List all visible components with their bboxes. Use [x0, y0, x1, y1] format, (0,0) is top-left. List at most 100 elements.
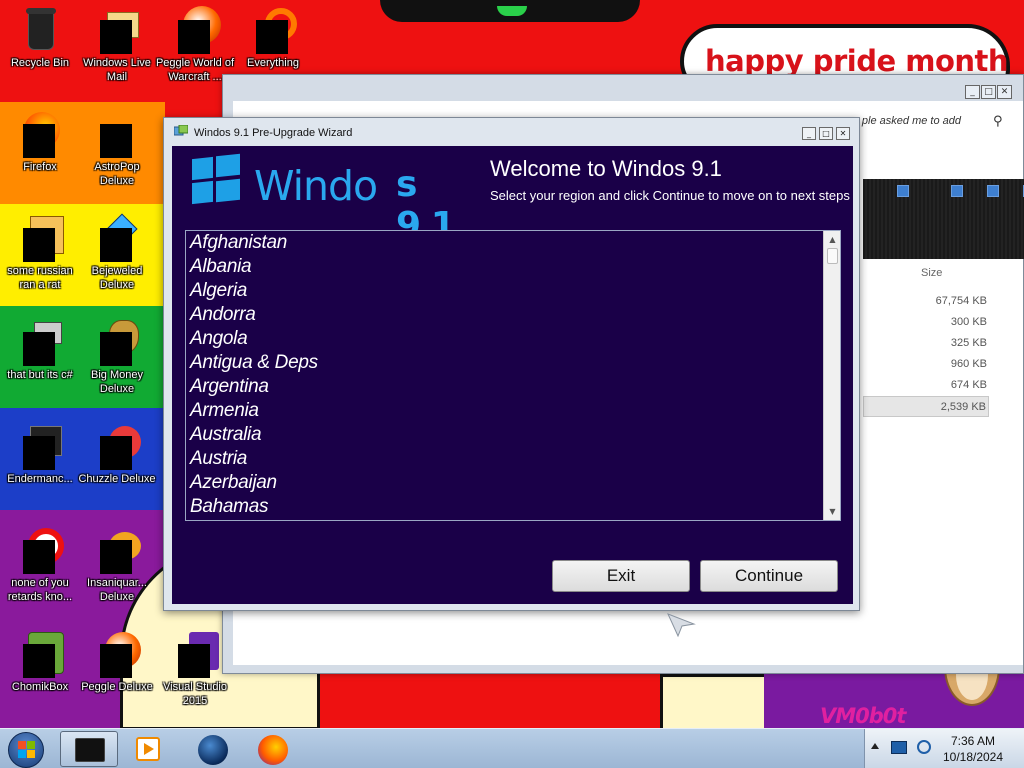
region-item[interactable]: Argentina [186, 375, 822, 399]
size-cell[interactable]: 325 KB [863, 333, 989, 354]
graffiti-text: VM0b0t [820, 704, 906, 728]
document-icon [16, 214, 64, 262]
wizard-title-text: Windos 9.1 Pre-Upgrade Wizard [194, 127, 353, 139]
clock-time: 7:36 AM [950, 734, 996, 748]
desktop-icon-firefox[interactable]: Firefox [0, 110, 80, 174]
desktop-icon-peggle-deluxe[interactable]: Peggle Deluxe [77, 630, 157, 694]
desktop-icon-label: Windows Live Mail [83, 57, 151, 83]
scroll-down-arrow-icon[interactable]: ▼ [824, 503, 840, 520]
desktop-icon-label: Bejeweled Deluxe [91, 265, 143, 291]
wizard-maximize-button[interactable]: □ [819, 127, 833, 140]
desktop-icon-label: AstroPop Deluxe [94, 161, 140, 187]
desktop-icon-label: Everything [247, 57, 299, 69]
size-cell[interactable]: 300 KB [863, 312, 989, 333]
mouse-cursor-icon [667, 613, 696, 638]
globe-icon [198, 735, 228, 765]
toolbar-help-icon[interactable] [987, 185, 999, 197]
region-listbox[interactable]: Afghanistan Albania Algeria Andorra Ango… [185, 230, 841, 521]
size-cell[interactable]: 67,754 KB [863, 291, 989, 312]
taskbar-button-explorer[interactable] [60, 731, 118, 767]
maximize-button[interactable]: □ [981, 85, 996, 99]
desktop-icon-peggle-world-of-warcraft[interactable]: Peggle World of Warcraft ... [155, 6, 235, 84]
desktop-icon-that-but-its-c[interactable]: that but its c# [0, 318, 80, 382]
taskbar-button-globe[interactable] [184, 731, 242, 767]
trash-can-icon [16, 6, 64, 54]
region-item[interactable]: Azerbaijan [186, 471, 822, 495]
mail-icon [93, 6, 141, 54]
desktop-icon-recycle-bin[interactable]: Recycle Bin [0, 6, 80, 70]
taskbar-button-media-player[interactable] [120, 731, 178, 767]
region-item[interactable]: Angola [186, 327, 822, 351]
windows-flag-icon [27, 741, 35, 749]
system-clock[interactable]: 7:36 AM 10/18/2024 [936, 733, 1010, 765]
continue-button[interactable]: Continue [700, 560, 838, 592]
size-column: 67,754 KB 300 KB 325 KB 960 KB 674 KB 2,… [863, 291, 989, 417]
desktop-icon-chomikbox[interactable]: ChomikBox [0, 630, 80, 694]
region-item[interactable]: Albania [186, 255, 822, 279]
terminal-icon [16, 422, 64, 470]
taskbar: 7:36 AM 10/18/2024 [0, 728, 1024, 768]
taskbar-button-firefox[interactable] [244, 731, 302, 767]
desktop-icon-label: ChomikBox [11, 681, 69, 693]
toolbar-pane-icon[interactable] [951, 185, 963, 197]
windows-flag-tile [216, 178, 240, 203]
desktop-icon-endermanch[interactable]: Endermanc... [0, 422, 80, 486]
network-icon[interactable] [891, 741, 907, 754]
wizard-title-bar[interactable]: Windos 9.1 Pre-Upgrade Wizard _ □ ✕ [164, 118, 859, 146]
scrollbar-thumb[interactable] [827, 248, 838, 264]
desktop-icon-label: Chuzzle Deluxe [78, 473, 156, 485]
explorer-search-input[interactable]: ple asked me to add [843, 111, 1003, 133]
search-icon[interactable]: ⚲ [993, 114, 1003, 129]
desktop-icon-label: Visual Studio 2015 [162, 681, 227, 707]
desktop-icon-label: Peggle Deluxe [81, 681, 153, 693]
start-button[interactable] [6, 731, 46, 768]
astropop-icon [93, 110, 141, 158]
black-folder-icon [75, 738, 105, 762]
minimize-button[interactable]: _ [965, 85, 980, 99]
show-hidden-icons-arrow-icon[interactable] [871, 743, 879, 749]
money-bag-icon [93, 318, 141, 366]
region-item[interactable]: Australia [186, 423, 822, 447]
desktop-icon-insaniquarium-deluxe[interactable]: Insaniquar... Deluxe [77, 526, 157, 604]
region-item[interactable]: Andorra [186, 303, 822, 327]
windows-flag-icon [18, 750, 26, 758]
close-button[interactable]: ✕ [997, 85, 1012, 99]
desktop-icon-chuzzle-deluxe[interactable]: Chuzzle Deluxe [77, 422, 157, 486]
size-cell[interactable]: 960 KB [863, 354, 989, 375]
upgrade-wizard-window[interactable]: Windos 9.1 Pre-Upgrade Wizard _ □ ✕ Wind… [163, 117, 860, 611]
opera-icon [16, 526, 64, 574]
size-cell[interactable]: 674 KB [863, 375, 989, 396]
size-cell-selected[interactable]: 2,539 KB [863, 396, 989, 417]
fish-icon [93, 526, 141, 574]
chuzzle-icon [93, 422, 141, 470]
region-item[interactable]: Antigua & Deps [186, 351, 822, 375]
volume-icon[interactable] [917, 740, 931, 754]
wizard-minimize-button[interactable]: _ [802, 127, 816, 140]
exit-button[interactable]: Exit [552, 560, 690, 592]
desktop-icon-everything[interactable]: Everything [233, 6, 313, 70]
region-item[interactable]: Bahamas [186, 495, 822, 519]
region-item[interactable]: Afghanistan [186, 231, 822, 255]
wizard-close-button[interactable]: ✕ [836, 127, 850, 140]
region-item[interactable]: Algeria [186, 279, 822, 303]
scroll-up-arrow-icon[interactable]: ▲ [824, 231, 840, 248]
region-item[interactable]: Armenia [186, 399, 822, 423]
desktop-icon-some-russian[interactable]: some russian ran a rat [0, 214, 80, 292]
size-column-header[interactable]: Size [921, 267, 942, 279]
desktop-icon-label: Endermanc... [7, 473, 73, 485]
peggle-icon [171, 6, 221, 54]
firefox-icon [258, 735, 288, 765]
desktop-icon-label: some russian ran a rat [7, 265, 73, 291]
region-item[interactable]: Austria [186, 447, 822, 471]
toolbar-view-icon[interactable] [897, 185, 909, 197]
desktop-icon-windows-live-mail[interactable]: Windows Live Mail [77, 6, 157, 84]
region-list-scrollbar[interactable]: ▲ ▼ [823, 231, 840, 520]
wizard-subtitle: Select your region and click Continue to… [490, 188, 850, 203]
desktop-icon-astropop-deluxe[interactable]: AstroPop Deluxe [77, 110, 157, 188]
desktop-icon-label: Firefox [23, 161, 57, 173]
desktop-icon-bejeweled-deluxe[interactable]: Bejeweled Deluxe [77, 213, 157, 292]
desktop-icon-none-of-you[interactable]: none of you retards kno... [0, 526, 80, 604]
desktop-icon-big-money-deluxe[interactable]: Big Money Deluxe [77, 318, 157, 396]
window-stack-icon [16, 318, 64, 366]
region-list: Afghanistan Albania Algeria Andorra Ango… [186, 231, 822, 519]
